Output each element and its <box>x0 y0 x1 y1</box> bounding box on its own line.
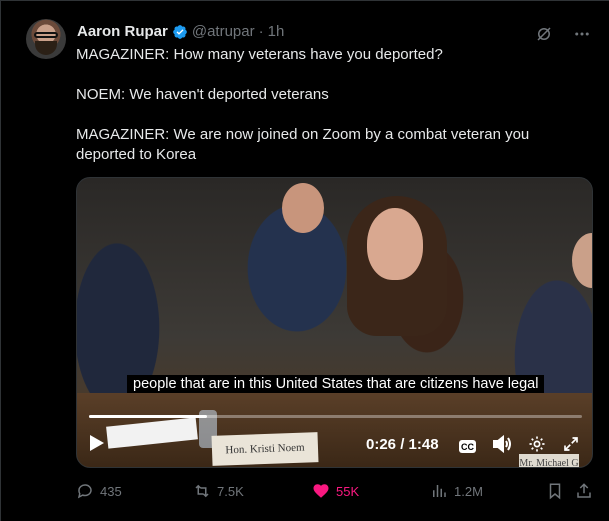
share-button[interactable] <box>575 482 593 500</box>
views-count: 1.2M <box>454 483 483 499</box>
settings-icon[interactable] <box>528 435 546 458</box>
video-timecode: 0:26 / 1:48 <box>366 436 439 453</box>
video-caption: people that are in this United States th… <box>127 375 545 393</box>
tweet-header: Aaron Rupar @atrupar · 1h <box>77 23 284 40</box>
video-control-icons: CC <box>459 434 580 458</box>
tweet[interactable]: Aaron Rupar @atrupar · 1h MAGAZINER: How… <box>0 0 609 521</box>
like-button[interactable]: 55K <box>312 482 359 500</box>
tweet-line: MAGAZINER: We are now joined on Zoom by … <box>76 126 530 163</box>
verified-badge-icon <box>172 24 188 40</box>
repost-icon <box>193 482 211 500</box>
share-icon <box>575 482 593 500</box>
avatar-beard <box>35 41 57 55</box>
video-background-figure <box>282 183 324 233</box>
views-button[interactable]: 1.2M <box>430 482 483 500</box>
video-player[interactable]: Hon. Kristi Noem Mr. Michael G people th… <box>76 177 593 468</box>
tweet-text: MAGAZINER: How many veterans have you de… <box>76 45 576 165</box>
avatar-glasses <box>34 32 58 38</box>
duration: 1:48 <box>408 436 439 453</box>
tweet-line <box>76 105 576 125</box>
video-figure-face <box>367 208 423 280</box>
video-controls: 0:26 / 1:48 CC <box>77 418 592 467</box>
author-name[interactable]: Aaron Rupar <box>77 23 168 40</box>
volume-icon[interactable] <box>492 434 512 458</box>
bookmark-button[interactable] <box>546 482 564 500</box>
tweet-line: NOEM: We haven't deported veterans <box>76 86 329 103</box>
tweet-line: MAGAZINER: How many veterans have you de… <box>76 46 443 63</box>
reply-button[interactable]: 435 <box>76 482 122 500</box>
current-time: 0:26 <box>366 436 397 453</box>
tweet-line <box>76 65 576 85</box>
play-icon[interactable] <box>89 434 105 457</box>
views-icon <box>430 482 448 500</box>
reply-count: 435 <box>100 483 122 499</box>
bookmark-icon <box>546 482 564 500</box>
separator-dot: · <box>258 23 264 40</box>
like-count: 55K <box>336 483 360 499</box>
fullscreen-icon[interactable] <box>562 435 580 458</box>
repost-button[interactable]: 7.5K <box>193 482 244 500</box>
author-handle[interactable]: @atrupar <box>192 23 255 40</box>
reply-icon <box>76 482 94 500</box>
repost-count: 7.5K <box>217 483 244 499</box>
time-separator: / <box>396 436 409 453</box>
like-icon <box>312 482 330 500</box>
tweet-time[interactable]: 1h <box>268 23 285 40</box>
cc-icon[interactable]: CC <box>459 440 476 453</box>
video-side-figure <box>572 233 592 288</box>
avatar[interactable] <box>26 19 66 59</box>
tweet-actions: 435 7.5K 55K 1.2M <box>76 482 596 504</box>
